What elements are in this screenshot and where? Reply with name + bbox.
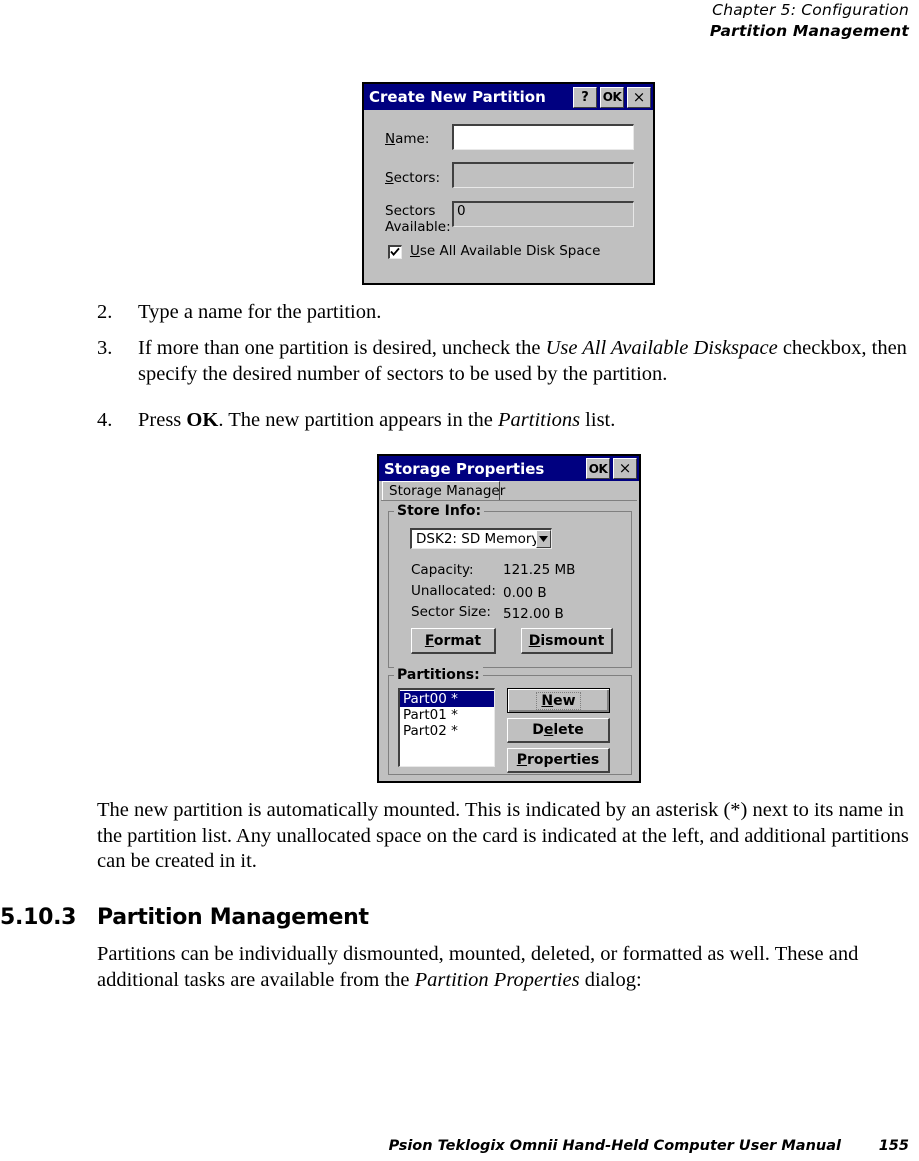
ok-button[interactable]: OK xyxy=(586,458,610,479)
step-2-number: 2. xyxy=(97,301,113,323)
new-button-label: New xyxy=(536,691,581,710)
unallocated-value: 0.00 B xyxy=(503,585,547,601)
section-body-italic: Partition Properties xyxy=(414,968,580,991)
list-item[interactable]: Part01 * xyxy=(400,707,494,723)
sectors-input[interactable] xyxy=(452,162,634,188)
step-3-text: If more than one partition is desired, u… xyxy=(138,336,917,387)
header-section: Partition Management xyxy=(709,22,909,40)
delete-rest: lete xyxy=(553,722,584,738)
format-button-label: Format xyxy=(425,633,481,649)
properties-rest: roperties xyxy=(527,752,600,768)
name-label-rest: ame: xyxy=(395,131,430,147)
step-4-text-italic: Partitions xyxy=(498,409,581,431)
name-label: Name: xyxy=(385,132,429,147)
delete-button[interactable]: Delete xyxy=(507,718,610,743)
use-all-disk-space-checkbox[interactable] xyxy=(388,245,402,259)
list-item[interactable]: Part00 * xyxy=(400,691,494,707)
format-rest: ormat xyxy=(433,632,482,649)
delete-button-label: Delete xyxy=(532,722,584,738)
section-heading: 5.10.3 Partition Management xyxy=(0,905,919,935)
close-icon[interactable]: × xyxy=(627,86,651,108)
step-3: 3. If more than one partition is desired… xyxy=(97,336,917,387)
use-all-disk-space-label[interactable]: Use All Available Disk Space xyxy=(410,244,600,259)
step-3-text-before: If more than one partition is desired, u… xyxy=(138,337,546,359)
step-4-text: Press OK. The new partition appears in t… xyxy=(138,408,917,434)
checkmark-icon xyxy=(390,247,400,256)
header-chapter: Chapter 5: Configuration xyxy=(712,1,909,19)
format-button[interactable]: Format xyxy=(411,628,496,654)
step-4-text-before: Press xyxy=(138,409,187,431)
create-new-partition-dialog[interactable]: Create New Partition ? OK × Name: Sector… xyxy=(362,82,655,285)
properties-button-label: Properties xyxy=(517,752,600,768)
sectors-available-label: Sectors Available: xyxy=(385,203,451,235)
new-button[interactable]: New xyxy=(507,688,610,713)
ok-button[interactable]: OK xyxy=(600,86,624,108)
dialog-title: Create New Partition xyxy=(369,88,546,106)
delete-prefix: D xyxy=(532,722,544,738)
step-2: 2. Type a name for the partition. xyxy=(97,300,917,326)
storage-dialog-titlebar: Storage Properties OK × xyxy=(379,456,639,481)
step-2-text: Type a name for the partition. xyxy=(138,301,382,323)
sectors-label-rest: ectors: xyxy=(393,170,440,186)
store-info-legend: Store Info: xyxy=(394,503,485,519)
new-mnemonic: N xyxy=(541,692,554,709)
step-4-text-mid: . The new partition appears in the xyxy=(218,409,499,431)
list-item[interactable]: Part02 * xyxy=(400,723,494,739)
step-4-text-bold: OK xyxy=(186,409,219,431)
new-rest: ew xyxy=(553,692,576,709)
dialog-titlebar: Create New Partition ? OK × xyxy=(364,84,653,110)
delete-mnemonic: e xyxy=(543,722,554,738)
dismount-rest: ismount xyxy=(540,632,605,649)
use-all-disk-space-mnemonic: U xyxy=(410,243,420,259)
sectors-available-label-line2: Available: xyxy=(385,219,451,235)
footer-text: Psion Teklogix Omnii Hand-Held Computer … xyxy=(388,1138,841,1154)
format-mnemonic: F xyxy=(424,632,434,649)
section-number: 5.10.3 xyxy=(0,905,77,930)
partitions-legend: Partitions: xyxy=(394,667,483,683)
storage-dialog-title: Storage Properties xyxy=(384,459,545,478)
section-body-after: dialog: xyxy=(579,968,642,991)
name-input[interactable] xyxy=(452,124,634,150)
step-4-number: 4. xyxy=(97,409,113,431)
step-4: 4. Press OK. The new partition appears i… xyxy=(97,408,917,434)
section-title: Partition Management xyxy=(97,905,369,930)
capacity-value: 121.25 MB xyxy=(503,562,576,578)
chevron-down-icon[interactable] xyxy=(535,530,551,548)
use-all-disk-space-rest: se All Available Disk Space xyxy=(419,243,601,259)
dismount-mnemonic: D xyxy=(528,632,541,649)
name-label-mnemonic: N xyxy=(385,131,396,147)
sector-size-value: 512.00 B xyxy=(503,606,564,622)
partitions-listbox[interactable]: Part00 * Part01 * Part02 * xyxy=(398,688,495,767)
storage-properties-dialog[interactable]: Storage Properties OK × Storage Manager … xyxy=(377,454,641,783)
properties-mnemonic: P xyxy=(516,752,527,768)
paragraph-after-dialog: The new partition is automatically mount… xyxy=(97,799,909,872)
step-4-text-after: list. xyxy=(580,409,616,431)
unallocated-label: Unallocated: xyxy=(411,583,496,599)
store-select[interactable]: DSK2: SD Memory Car xyxy=(410,528,552,549)
chevron-down-glyph xyxy=(538,536,548,542)
tab-storage-manager[interactable]: Storage Manager xyxy=(382,481,505,500)
section-body: Partitions can be individually dismounte… xyxy=(97,942,903,993)
capacity-label: Capacity: xyxy=(411,562,474,578)
step-3-text-italic: Use All Available Diskspace xyxy=(545,337,778,359)
sectors-label-mnemonic: S xyxy=(385,170,394,186)
properties-button[interactable]: Properties xyxy=(507,748,610,773)
sectors-available-label-line1: Sectors xyxy=(385,203,436,219)
sector-size-label: Sector Size: xyxy=(411,604,491,620)
dismount-button[interactable]: Dismount xyxy=(521,628,613,654)
page-header: Chapter 5: Configuration Partition Manag… xyxy=(0,0,919,42)
store-select-value: DSK2: SD Memory Car xyxy=(416,531,536,547)
sectors-label: Sectors: xyxy=(385,171,440,186)
dismount-button-label: Dismount xyxy=(529,633,605,649)
close-icon[interactable]: × xyxy=(613,458,637,479)
help-button[interactable]: ? xyxy=(573,86,597,108)
sectors-available-input[interactable]: 0 xyxy=(452,201,634,227)
step-3-number: 3. xyxy=(97,337,113,359)
footer-page-number: 155 xyxy=(878,1138,909,1154)
